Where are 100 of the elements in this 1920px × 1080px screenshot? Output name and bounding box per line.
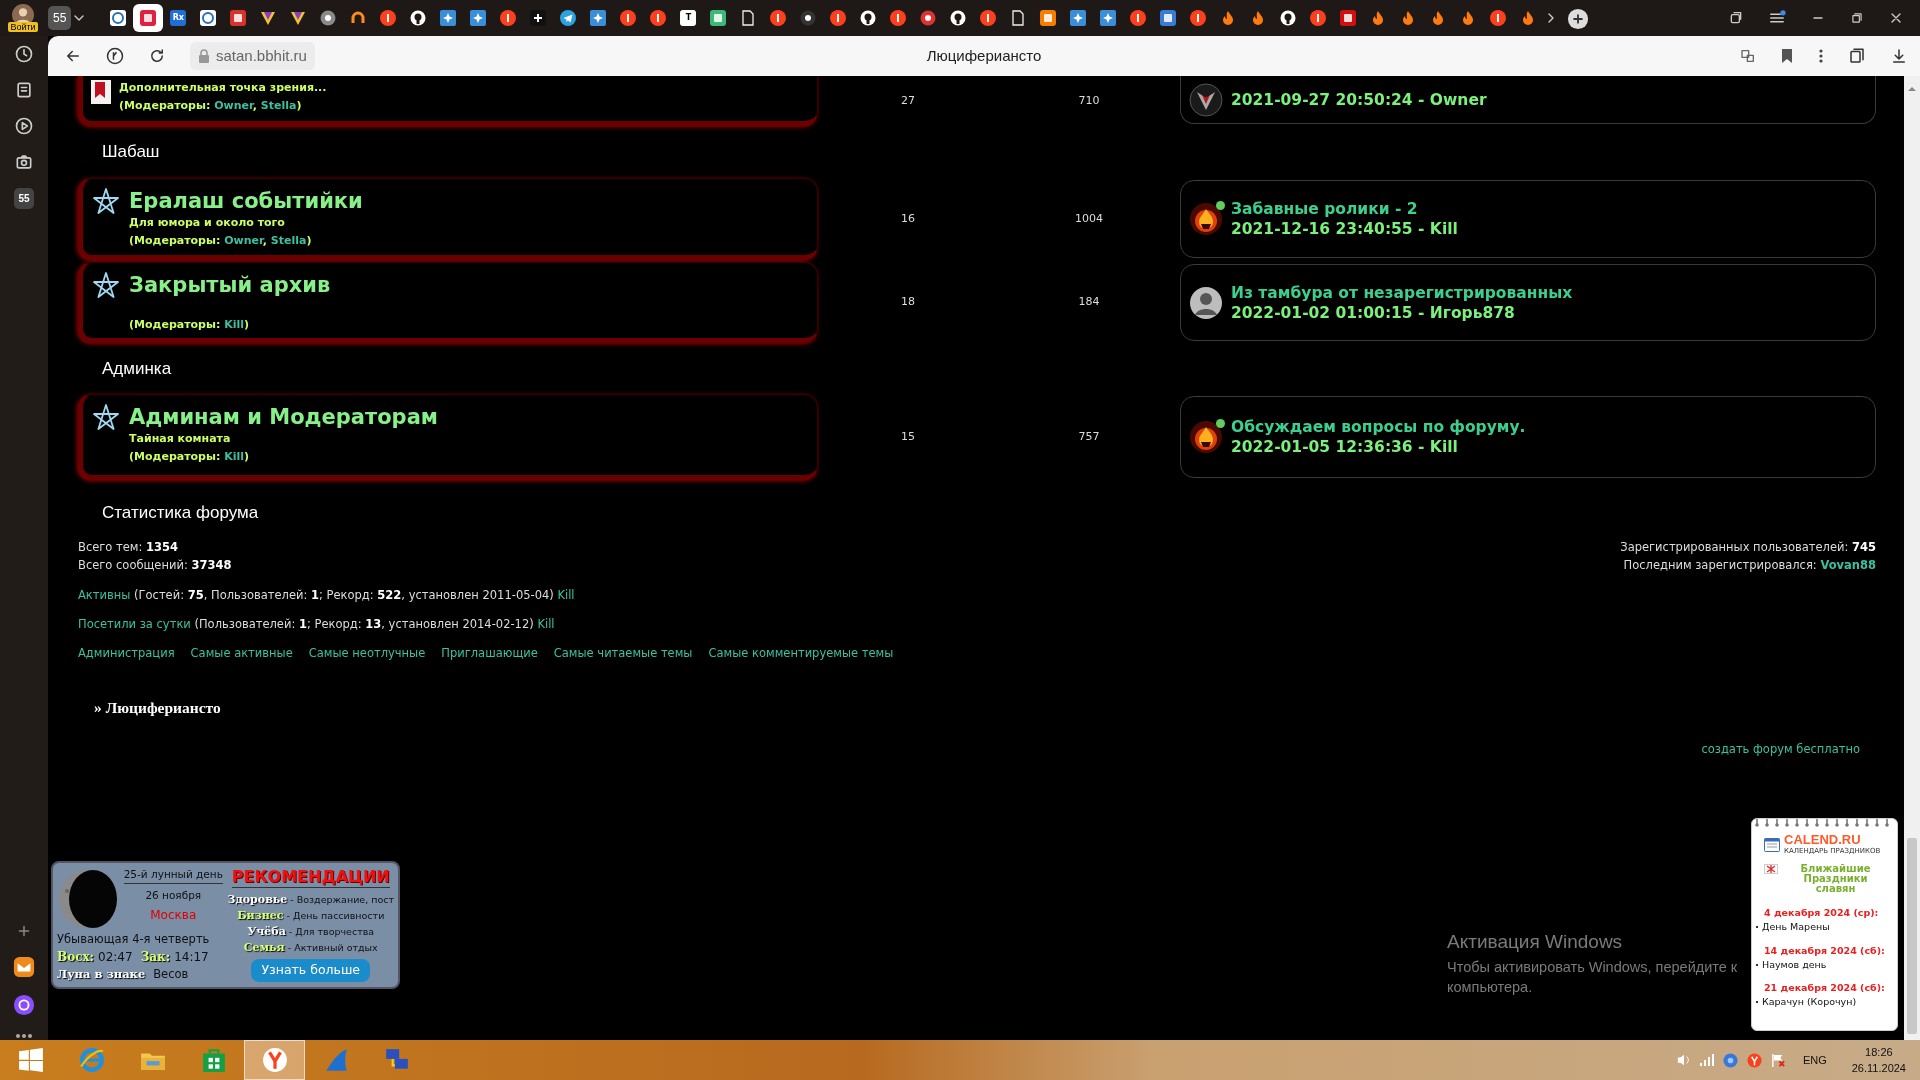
create-forum-link[interactable]: создать форум бесплатно [1701,742,1860,757]
page-icon [1010,10,1027,26]
holidays-heading: Ближайшие Праздники славян [1799,864,1872,894]
event-name: Наумов день [1762,957,1827,972]
pentagram-icon [91,271,121,301]
triangle-icon [260,10,277,26]
last-post-link[interactable]: Из тамбура от незарегистрированных [1231,282,1573,303]
notes-icon[interactable] [14,80,34,100]
page-title: Люцифериансто [926,46,1042,64]
category-title: Админка [102,357,172,380]
download-icon[interactable] [1890,47,1908,65]
last-post-link[interactable]: Забавные ролики - 2 [1231,199,1458,219]
topic-count: 27 [901,92,915,109]
user-link[interactable]: Kill [537,617,555,631]
windows-logo-icon [17,1047,44,1073]
section-title: Статистика форума [102,502,259,525]
history-icon[interactable] [14,44,34,64]
bookmark-icon[interactable] [1780,48,1794,64]
kebab-icon[interactable] [1818,48,1824,64]
user-link[interactable]: Kill [557,588,575,602]
forum-description: Дополнительная точка зрения... [119,80,327,96]
more-icon[interactable] [15,1032,33,1040]
language-indicator[interactable]: ENG [1802,1051,1827,1069]
browser-tab[interactable]: T [673,4,704,32]
event-name: День Марены [1762,920,1830,935]
breadcrumb-text[interactable]: » Люцифериансто [78,696,1876,720]
camera-icon[interactable] [14,152,34,172]
post-count: 757 [1078,428,1100,445]
collections-icon[interactable] [1848,47,1866,65]
learn-more-button[interactable]: Узнать больше [251,959,371,982]
last-post-link[interactable]: Обсуждаем вопросы по форуму. [1231,417,1526,437]
event-date: 4 декабря 2024 (ср): [1763,906,1880,920]
scrollbar-thumb[interactable] [1907,838,1917,1034]
stats-link[interactable]: Приглашающие [441,644,538,662]
date-text: 26 ноября [145,887,202,903]
restore-icon[interactable] [1850,11,1864,25]
taskbar-app[interactable] [244,1040,305,1080]
clock-time[interactable]: 18:26 [1865,1043,1893,1060]
forum-title[interactable]: Закрытый архив [129,271,331,299]
activation-text: Чтобы активировать Windows, перейдите к [1447,957,1738,977]
category-title: Шабаш [102,141,160,164]
recommendation-text: Семья - Активный отдых [243,940,378,956]
set-time: 14:17 [174,949,209,967]
moderator-link[interactable]: Kill [224,450,244,463]
moderators-text: (Модераторы: Kill) [129,449,251,465]
stats-link[interactable]: Самые читаемые темы [553,644,693,662]
stat-text: Всего сообщений: 37348 [78,557,232,574]
user-link[interactable]: Vovan88 [1820,558,1876,572]
lunar-day-text: 25-й лунный день [123,867,223,884]
recommendation-text: Учёба - Для творчества [247,924,375,940]
moderator-link[interactable]: Kill [224,318,244,331]
sign-in-button[interactable]: Войти [8,22,38,32]
set-label: Зак: [140,949,171,967]
flag-icon[interactable] [1770,1052,1786,1068]
post-count: 1004 [1075,210,1103,227]
forum-title[interactable]: Админам и Модераторам [129,403,438,431]
recommendation-text: Бизнес - День пассивности [237,908,385,924]
plus-icon [530,10,547,26]
stats-link[interactable]: Самые неотлучные [308,644,426,662]
browser-e-icon [78,1047,105,1073]
browser-logo-icon[interactable] [106,47,124,65]
browser-tab[interactable]: Rx [163,4,194,32]
bookmark-icon [91,80,111,104]
address-field[interactable]: satan.bbhit.ru [190,41,315,71]
github-icon [1280,10,1297,26]
last-post-date: 2021-12-16 23:40:55 - Kill [1231,219,1458,239]
moderator-link[interactable]: Stella [270,234,307,247]
rise-label: Восх: [57,949,95,967]
mail-icon[interactable] [13,956,35,978]
last-post-date: 2022-01-02 01:00:15 - Игорь878 [1231,302,1516,323]
tab-favicon: Rx [170,10,187,26]
stats-link[interactable]: Самые комментируемые темы [708,644,894,662]
forum-title[interactable]: Ералаш событийки [129,187,363,215]
post-count: 710 [1078,92,1100,109]
activity-link[interactable]: Посетили за сутки [78,617,191,631]
event-name: Карачун (Корочун) [1762,995,1857,1010]
forum-description: Тайная комната [129,431,232,447]
counter-badge[interactable]: 55 [14,188,34,209]
event-date: 21 декабря 2024 (сб): [1763,981,1886,995]
tabs-icon[interactable] [1728,10,1744,26]
tab-count-button[interactable]: 55 [48,6,72,30]
github-icon [860,10,877,26]
reload-icon[interactable] [148,47,166,65]
triangle-icon [290,10,307,26]
recommendations-heading: РЕКОМЕНДАЦИИ [231,867,390,888]
activity-link[interactable]: Активны [78,588,131,602]
topic-count: 18 [901,294,915,311]
new-tab-icon[interactable] [1567,7,1590,30]
stats-link[interactable]: Администрация [78,644,175,662]
clock-date[interactable]: 26.11.2024 [1851,1060,1906,1077]
assistant-icon[interactable] [13,994,35,1016]
phase-text: Убывающая 4-я четверть [57,931,211,948]
browser-tab[interactable] [133,4,164,32]
stats-link[interactable]: Самые активные [190,644,293,662]
play-icon[interactable] [14,116,34,136]
translate-icon[interactable] [1740,48,1756,64]
activity-text: Посетили за сутки (Пользователей: 1; Рекорд: 13, установлен 2014-02-12) Kill [78,616,556,633]
moderator-link[interactable]: Stella [260,99,297,112]
moderator-link[interactable]: Owner [224,234,263,247]
moderator-link[interactable]: Owner [214,99,253,112]
